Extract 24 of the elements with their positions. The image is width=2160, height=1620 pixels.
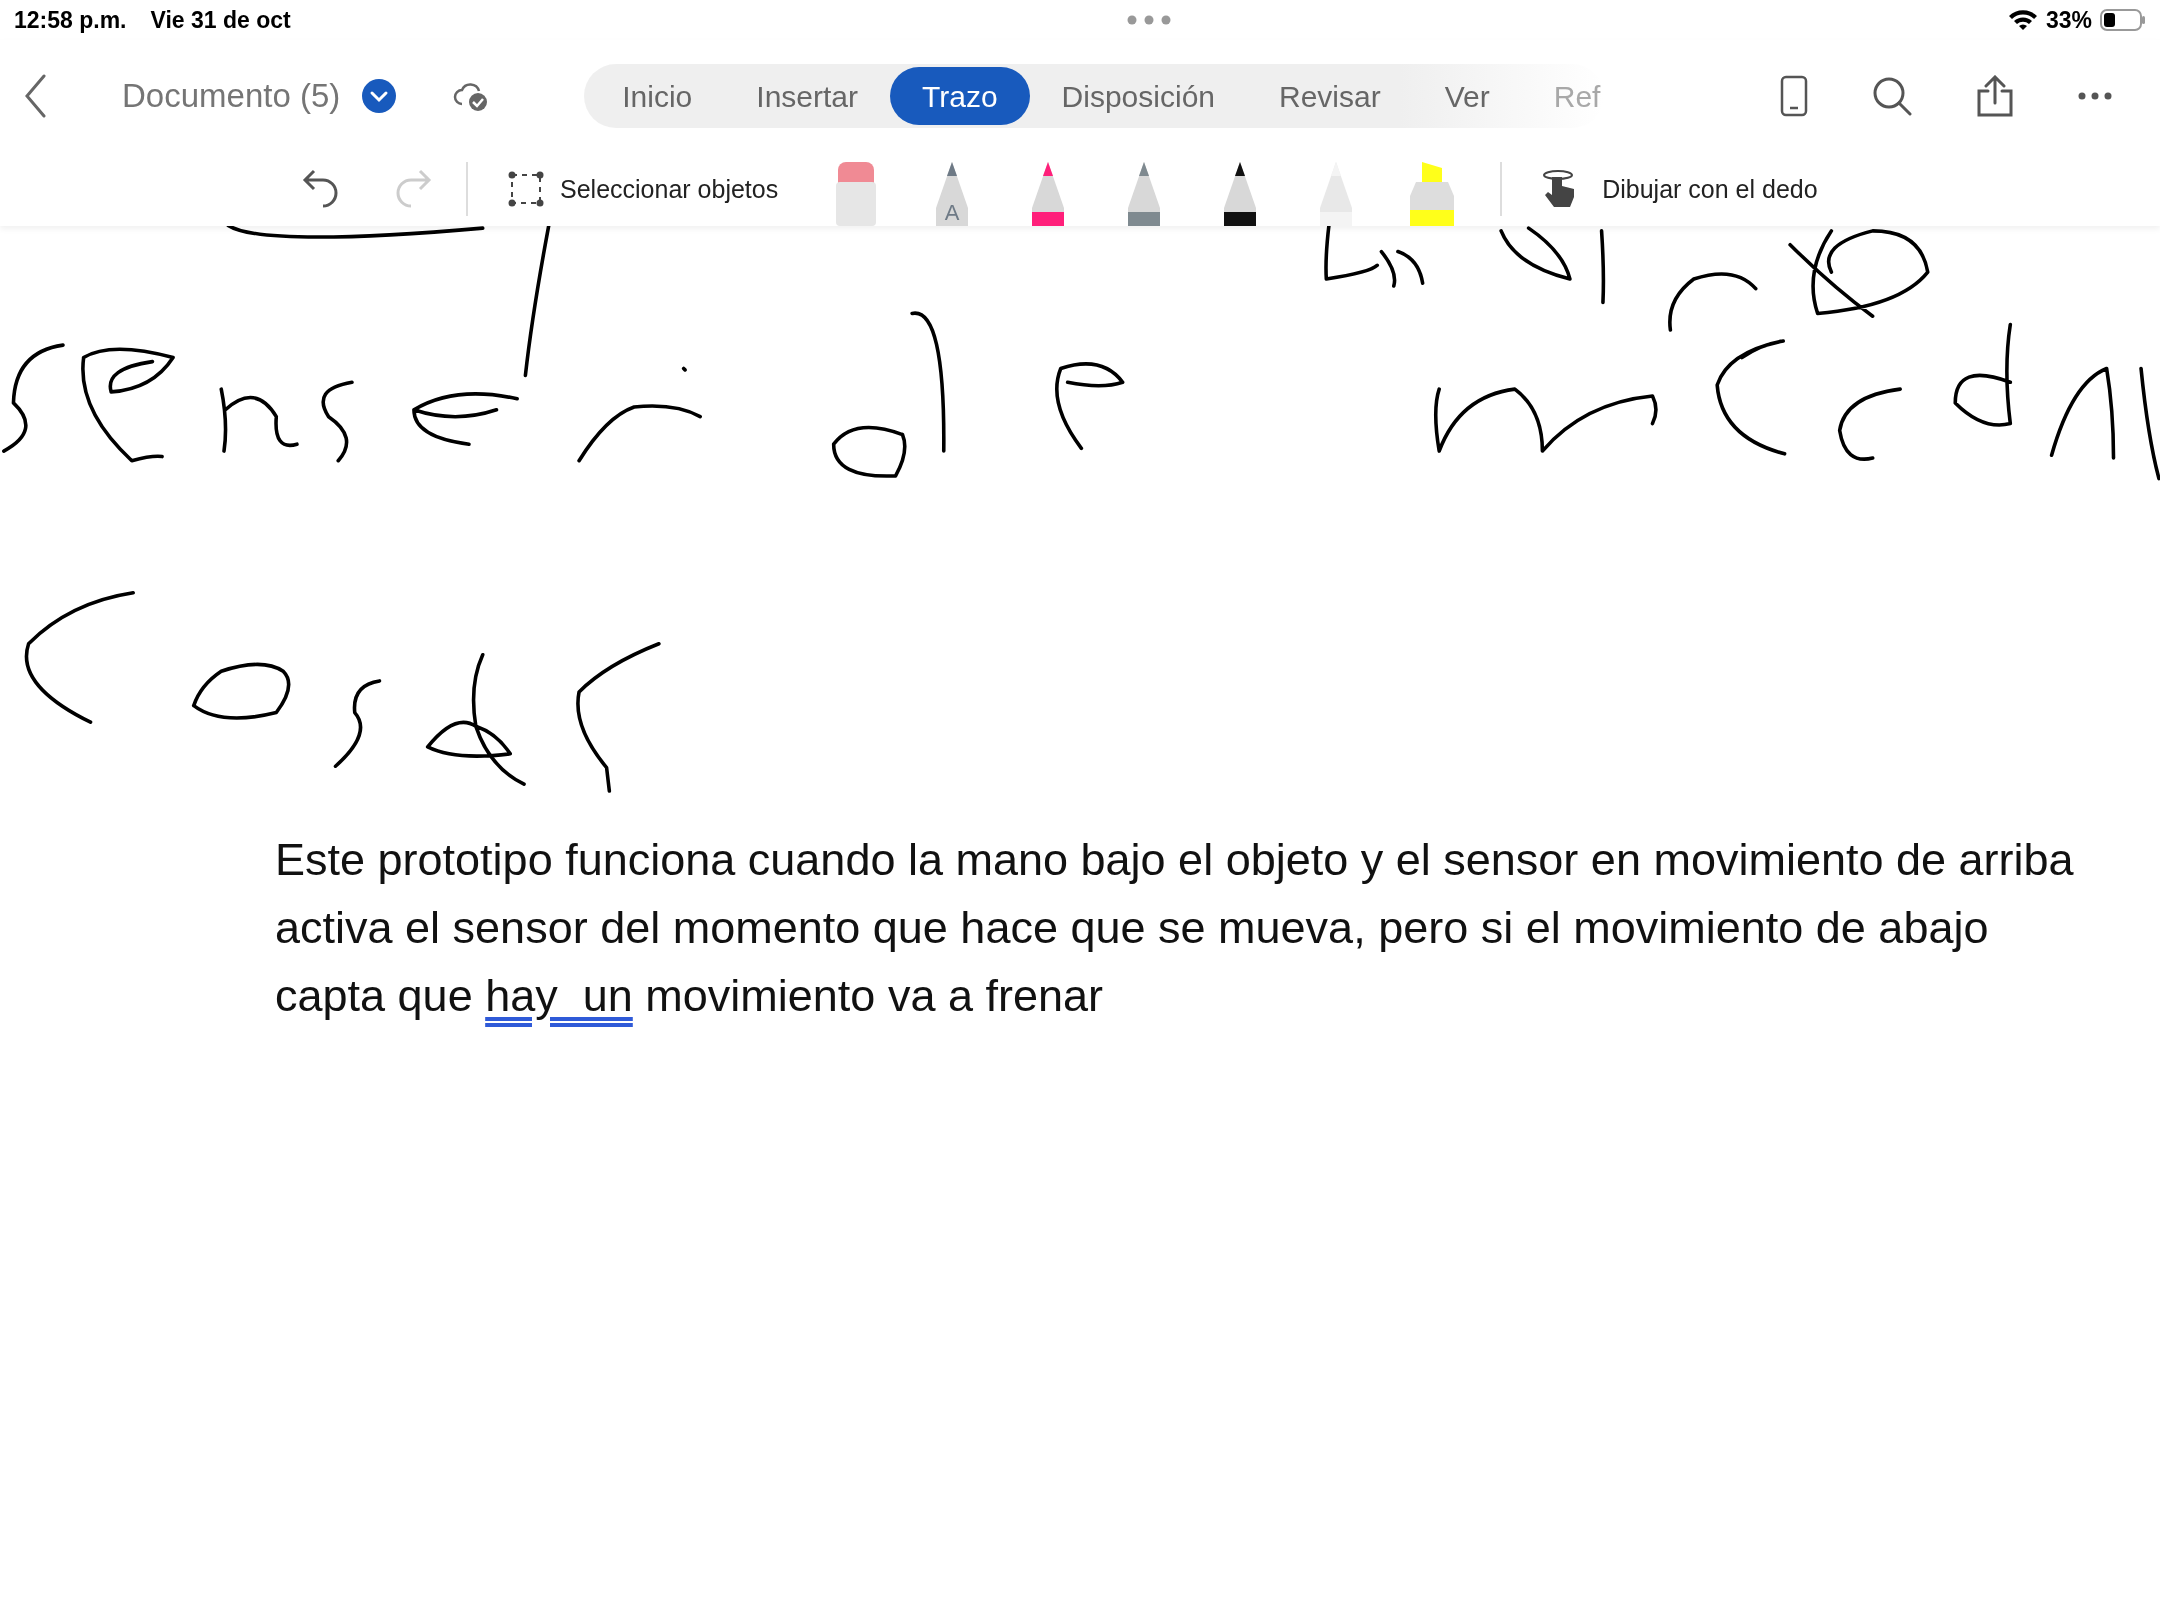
- search-icon[interactable]: [1872, 76, 1912, 116]
- ribbon-tab[interactable]: Inicio: [590, 67, 725, 125]
- back-icon[interactable]: [24, 74, 48, 118]
- ribbon-tab[interactable]: Trazo: [890, 67, 1030, 125]
- battery-icon: [2100, 9, 2146, 31]
- selection-icon: [508, 171, 544, 207]
- share-icon[interactable]: [1976, 75, 2014, 117]
- cloud-check-icon[interactable]: [452, 80, 489, 112]
- ribbon-tab[interactable]: Revisar: [1247, 67, 1413, 125]
- document-title[interactable]: Documento (5): [122, 71, 341, 121]
- battery-percent: 33%: [2045, 5, 2092, 35]
- ribbon-tab[interactable]: Disposición: [1029, 67, 1247, 125]
- multitask-dots-icon[interactable]: [1127, 15, 1172, 25]
- status-date: Vie 31 de oct: [150, 5, 291, 35]
- chevron-down-icon[interactable]: [362, 79, 397, 113]
- select-objects-button[interactable]: Seleccionar objetos: [508, 171, 779, 207]
- body-paragraph: Este prototipo funciona cuando la mano bajo el objeto y el sensor en movimiento de arriba activa el sensor del momento que hace que se mueva, pero si el movimiento de abajo capta que hay un movimiento va a frenar: [274, 833, 2075, 1023]
- phone-view-icon[interactable]: [1780, 75, 1808, 117]
- wifi-icon: [2007, 9, 2038, 31]
- draw-with-finger-button[interactable]: Dibujar con el dedo: [1542, 169, 1818, 209]
- ribbon-tab[interactable]: Ver: [1412, 67, 1522, 125]
- more-icon[interactable]: [2078, 92, 2112, 100]
- status-time: 12:58 p.m.: [14, 5, 127, 35]
- ribbon-tab[interactable]: Insertar: [724, 67, 891, 125]
